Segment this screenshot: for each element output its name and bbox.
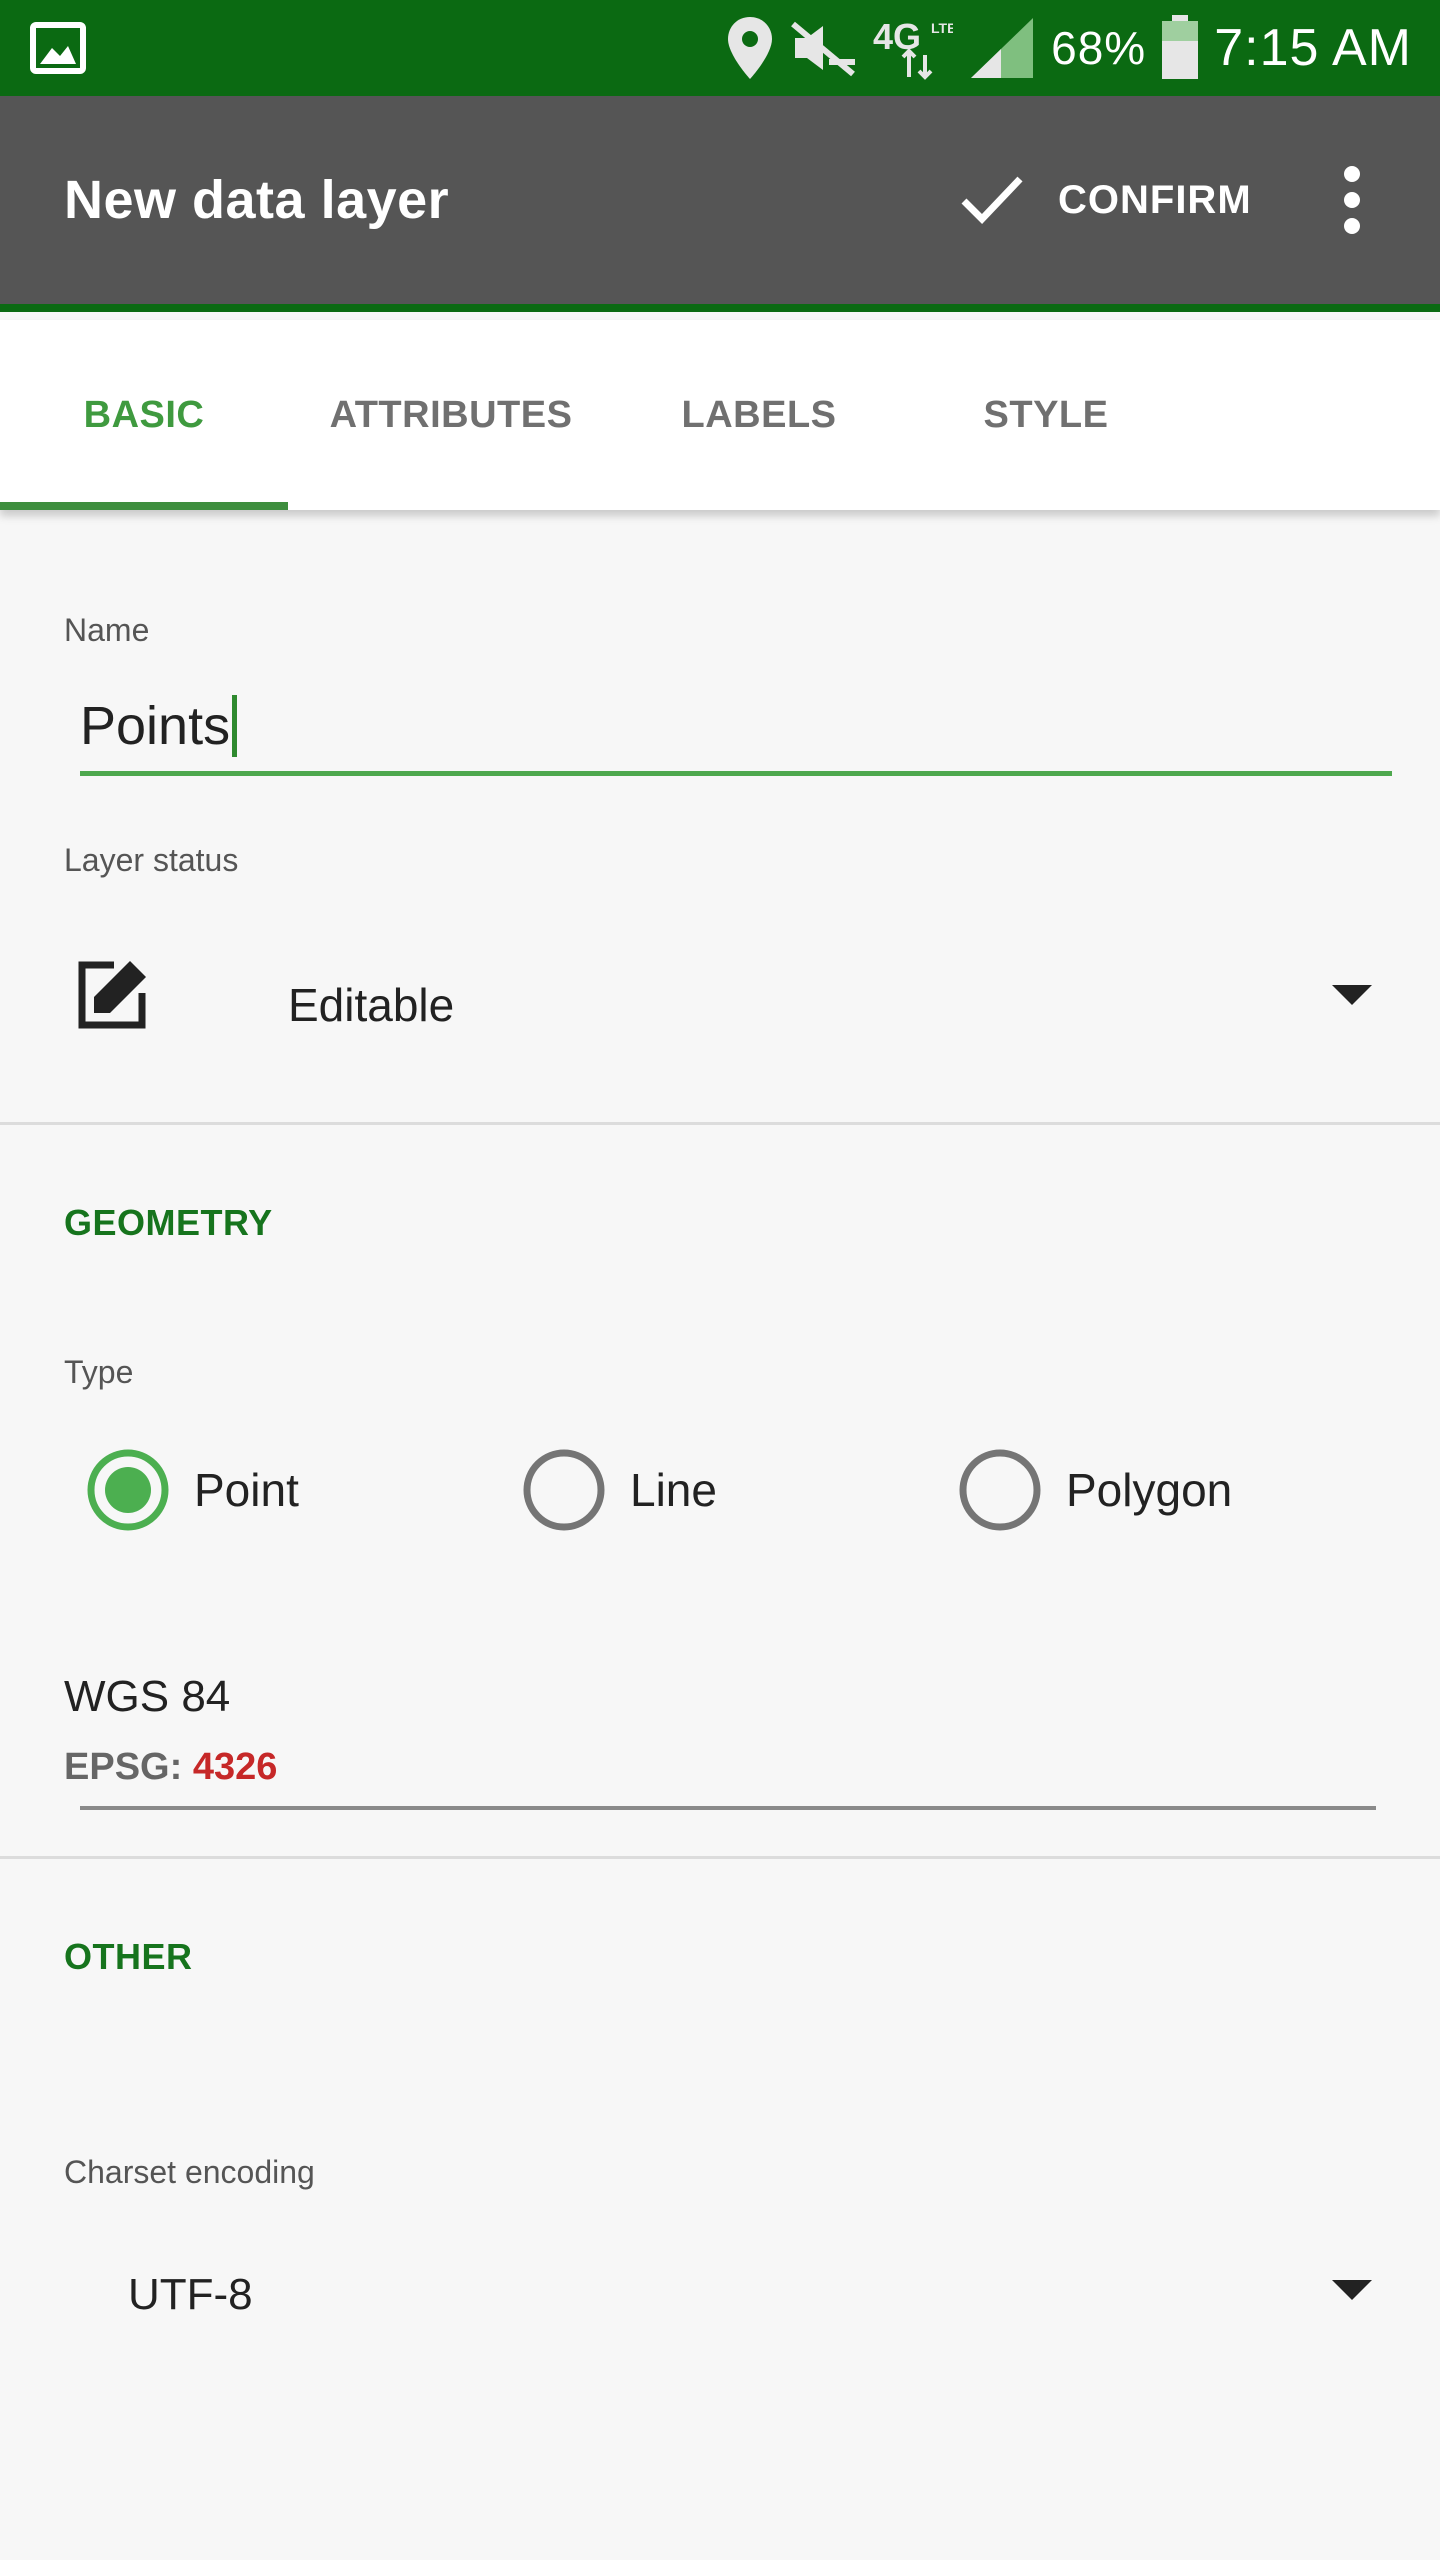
- divider: [0, 1122, 1440, 1125]
- tab-bar: BASIC ATTRIBUTES LABELS STYLE: [0, 320, 1440, 510]
- crs-underline: [80, 1806, 1376, 1810]
- radio-line-label: Line: [630, 1464, 717, 1516]
- geometry-section-title: GEOMETRY: [64, 1202, 273, 1243]
- status-bar: 4G LTE 68% 7:15 AM: [0, 0, 1440, 96]
- radio-polygon-label: Polygon: [1066, 1464, 1233, 1516]
- dropdown-arrow-icon: [1332, 985, 1372, 1005]
- svg-text:LTE: LTE: [931, 20, 953, 36]
- epsg-prefix: EPSG:: [64, 1746, 183, 1788]
- layer-status-label: Layer status: [64, 842, 239, 878]
- 4g-lte-icon: 4G LTE: [873, 16, 953, 80]
- other-section-title: OTHER: [64, 1936, 193, 1977]
- crs-name: WGS 84: [64, 1672, 231, 1721]
- dropdown-arrow-icon: [1332, 2280, 1372, 2300]
- name-label: Name: [64, 612, 150, 648]
- tab-labels[interactable]: LABELS: [614, 320, 904, 510]
- epsg-code: 4326: [192, 1746, 278, 1788]
- svg-text:4G: 4G: [873, 16, 921, 57]
- overflow-menu-button[interactable]: [1322, 96, 1382, 304]
- tab-basic[interactable]: BASIC: [0, 320, 288, 510]
- layer-status-dropdown[interactable]: Editable: [64, 945, 1374, 1065]
- tab-style[interactable]: STYLE: [904, 320, 1188, 510]
- app-bar: New data layer CONFIRM: [0, 96, 1440, 312]
- edit-icon: [78, 961, 146, 1029]
- tab-indicator: [0, 502, 288, 510]
- crs-selector[interactable]: WGS 84 EPSG: 4326: [64, 1672, 1376, 1812]
- clock: 7:15 AM: [1214, 19, 1412, 77]
- status-bar-right: 4G LTE 68% 7:15 AM: [725, 0, 1412, 96]
- radio-polygon[interactable]: Polygon: [958, 1442, 1232, 1538]
- location-icon: [728, 17, 773, 79]
- battery-icon: [1162, 15, 1199, 79]
- mute-icon: [791, 21, 856, 77]
- name-input[interactable]: Points: [80, 680, 1392, 776]
- type-label: Type: [64, 1354, 134, 1390]
- text-cursor: [232, 694, 238, 757]
- radio-point[interactable]: Point: [86, 1442, 299, 1538]
- check-icon: [961, 176, 1023, 225]
- page-title: New data layer: [64, 170, 450, 230]
- confirm-button[interactable]: CONFIRM: [960, 96, 1252, 304]
- confirm-label: CONFIRM: [1058, 177, 1252, 222]
- divider: [0, 1856, 1440, 1859]
- more-vert-icon: [1344, 166, 1360, 234]
- tab-attributes[interactable]: ATTRIBUTES: [288, 320, 614, 510]
- radio-line[interactable]: Line: [522, 1442, 717, 1538]
- radio-unselected-icon: [959, 1449, 1041, 1531]
- radio-unselected-icon: [523, 1449, 605, 1531]
- battery-percent: 68%: [1051, 22, 1147, 74]
- signal-icon: [971, 18, 1034, 78]
- radio-point-label: Point: [194, 1464, 299, 1516]
- radio-selected-icon: [87, 1449, 169, 1531]
- charset-value: UTF-8: [128, 2270, 253, 2319]
- charset-label: Charset encoding: [64, 2154, 315, 2190]
- name-value: Points: [80, 695, 231, 756]
- charset-dropdown[interactable]: UTF-8: [64, 2240, 1374, 2350]
- epsg-line: EPSG: 4326: [64, 1746, 277, 1789]
- layer-status-value: Editable: [288, 979, 455, 1031]
- gallery-icon: [30, 22, 86, 74]
